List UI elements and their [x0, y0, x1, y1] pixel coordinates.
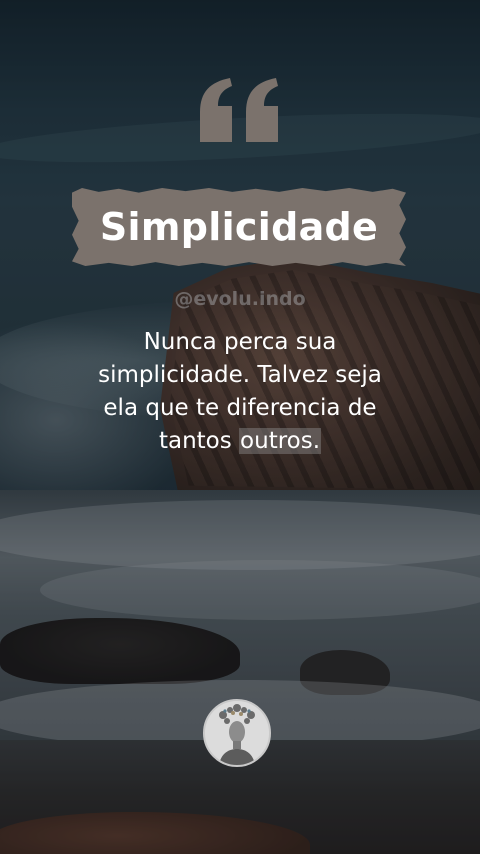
- quote-line: Nunca perca sua: [143, 329, 337, 355]
- title: Simplicidade: [99, 205, 379, 249]
- quote-line: simplicidade. Talvez seja: [98, 362, 382, 388]
- profile-avatar-icon: [203, 699, 271, 767]
- highlighted-word: outros.: [239, 428, 322, 454]
- quote-line: tantos outros.: [40, 425, 440, 458]
- title-banner: Simplicidade: [72, 188, 406, 266]
- quote-line: ela que te diferencia de: [103, 395, 377, 421]
- quote-text: Nunca perca sua simplicidade. Talvez sej…: [40, 326, 440, 458]
- quotation-mark-icon: [196, 76, 284, 146]
- author-handle: @evolu.indo: [174, 288, 306, 310]
- quote-line-start: tantos: [158, 428, 240, 454]
